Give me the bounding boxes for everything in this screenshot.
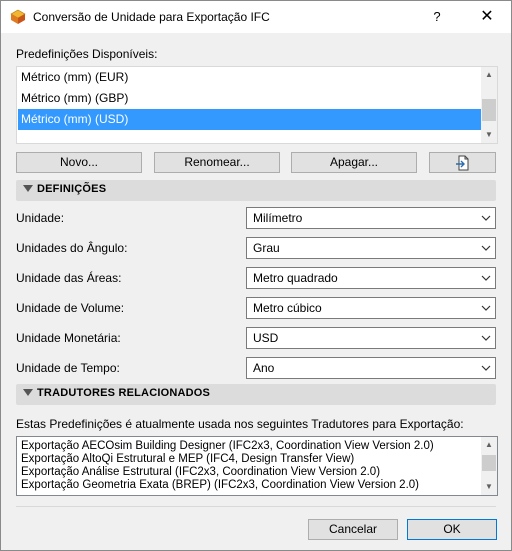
new-preset-button[interactable]: Novo... <box>16 152 142 173</box>
preset-item[interactable]: Métrico (mm) (EUR) <box>18 67 481 88</box>
section-title: DEFINIÇÕES <box>37 183 107 195</box>
angle-unit-dropdown[interactable]: Grau <box>246 237 496 259</box>
translators-description: Estas Predefinições é atualmente usada n… <box>16 417 464 431</box>
dropdown-value: Metro cúbico <box>253 301 322 315</box>
help-button[interactable]: ? <box>427 7 447 27</box>
app-icon <box>10 9 26 24</box>
rename-preset-button[interactable]: Renomear... <box>154 152 280 173</box>
translator-item: Exportação AECOsim Building Designer (IF… <box>21 440 434 452</box>
collapse-triangle-icon <box>23 389 33 396</box>
cancel-button[interactable]: Cancelar <box>308 519 398 540</box>
presets-scrollbar[interactable]: ▲ ▼ <box>481 67 497 143</box>
ok-button[interactable]: OK <box>407 519 497 540</box>
dialog-window: Conversão de Unidade para Exportação IFC… <box>0 0 512 551</box>
volume-unit-label: Unidade de Volume: <box>16 301 125 315</box>
time-unit-label: Unidade de Tempo: <box>16 361 120 375</box>
import-export-button[interactable] <box>429 152 496 173</box>
translator-item: Exportação Análise Estrutural (IFC2x3, C… <box>21 466 381 478</box>
unit-dropdown[interactable]: Milímetro <box>246 207 496 229</box>
translators-scrollbar[interactable]: ▲ ▼ <box>481 437 497 495</box>
dropdown-value: Ano <box>253 361 275 375</box>
preset-item-selected[interactable]: Métrico (mm) (USD) <box>18 109 481 130</box>
collapse-triangle-icon <box>23 185 33 192</box>
scroll-down-icon[interactable]: ▼ <box>481 127 497 143</box>
translator-item: Exportação Geometria Exata (BREP) (IFC2x… <box>21 479 419 491</box>
translator-item: Exportação AltoQi Estrutural e MEP (IFC4… <box>21 453 355 465</box>
scroll-down-icon[interactable]: ▼ <box>481 479 497 495</box>
chevron-down-icon <box>481 335 491 341</box>
delete-preset-button[interactable]: Apagar... <box>291 152 417 173</box>
area-unit-dropdown[interactable]: Metro quadrado <box>246 267 496 289</box>
currency-unit-dropdown[interactable]: USD <box>246 327 496 349</box>
footer-divider <box>16 506 496 507</box>
window-title: Conversão de Unidade para Exportação IFC <box>33 10 270 24</box>
translators-list[interactable]: Exportação AECOsim Building Designer (IF… <box>16 436 498 496</box>
definitions-section-header[interactable]: DEFINIÇÕES <box>16 180 496 201</box>
scroll-up-icon[interactable]: ▲ <box>481 67 497 83</box>
chevron-down-icon <box>481 275 491 281</box>
dropdown-value: Grau <box>253 241 280 255</box>
angle-unit-label: Unidades do Ângulo: <box>16 241 128 255</box>
chevron-down-icon <box>481 245 491 251</box>
area-unit-label: Unidade das Áreas: <box>16 271 122 285</box>
chevron-down-icon <box>481 365 491 371</box>
dropdown-value: Milímetro <box>253 211 303 225</box>
presets-label: Predefinições Disponíveis: <box>16 47 158 61</box>
close-button[interactable]: ✕ <box>475 7 499 27</box>
volume-unit-dropdown[interactable]: Metro cúbico <box>246 297 496 319</box>
title-bar: Conversão de Unidade para Exportação IFC… <box>1 1 511 33</box>
dropdown-value: USD <box>253 331 279 345</box>
translators-section-header[interactable]: TRADUTORES RELACIONADOS <box>16 384 496 405</box>
unit-label: Unidade: <box>16 211 65 225</box>
presets-list[interactable]: Métrico (mm) (EUR) Métrico (mm) (GBP) Mé… <box>16 66 498 144</box>
scroll-thumb[interactable] <box>482 455 496 471</box>
chevron-down-icon <box>481 305 491 311</box>
scroll-up-icon[interactable]: ▲ <box>481 437 497 453</box>
document-arrow-icon <box>455 155 468 171</box>
scroll-thumb[interactable] <box>482 99 496 121</box>
section-title: TRADUTORES RELACIONADOS <box>37 387 211 399</box>
dropdown-value: Metro quadrado <box>253 271 338 285</box>
preset-item[interactable]: Métrico (mm) (GBP) <box>18 88 481 109</box>
currency-unit-label: Unidade Monetária: <box>16 331 121 345</box>
time-unit-dropdown[interactable]: Ano <box>246 357 496 379</box>
chevron-down-icon <box>481 215 491 221</box>
